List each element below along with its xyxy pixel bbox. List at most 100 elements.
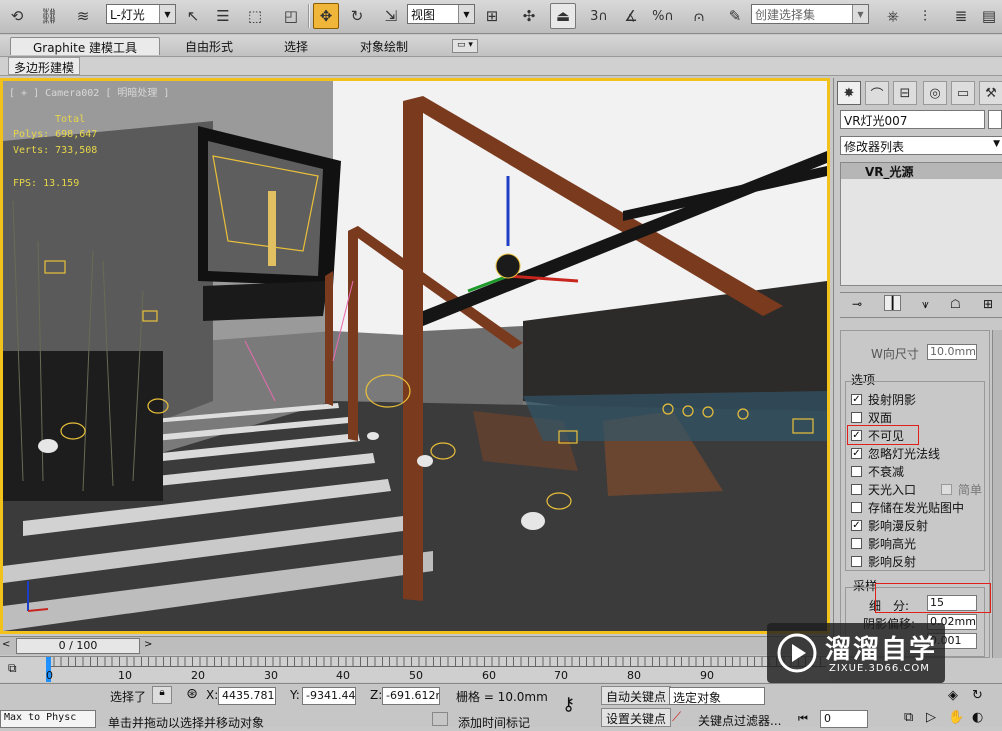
tab-freeform[interactable]: 自由形式 [175, 37, 243, 55]
tab-graphite-modeling[interactable]: Graphite 建模工具 [10, 37, 160, 55]
key-icon[interactable]: ⚷ [562, 694, 575, 715]
snap-toggle-icon[interactable]: 3 ∩ [586, 3, 612, 29]
bind-space-warp-icon[interactable]: ≋ [70, 3, 96, 29]
maxscript-listener[interactable]: Max to Physc [0, 710, 96, 728]
object-color-swatch[interactable] [988, 110, 1002, 129]
z-coord-input[interactable]: -691.612m [382, 687, 440, 705]
angle-snap-icon[interactable]: ∡ [618, 3, 644, 29]
opt-ignore-normals[interactable]: ✓ 忽略灯光法线 [851, 445, 940, 461]
add-time-tag[interactable]: 添加时间标记 [458, 714, 530, 731]
checkbox[interactable]: ✓ [851, 393, 862, 405]
named-selection-set-dropdown[interactable]: 创建选择集 ▼ [751, 4, 869, 24]
checkbox[interactable] [851, 555, 862, 567]
checkbox[interactable]: ✓ [851, 519, 862, 531]
select-rotate-icon[interactable]: ↻ [344, 3, 370, 29]
edit-named-selection-icon[interactable]: ✎ [722, 3, 748, 29]
modifier-list-dropdown[interactable]: 修改器列表 ▼ [840, 136, 1002, 155]
filmstrip-icon[interactable]: ⧉ [8, 661, 17, 676]
align-icon[interactable]: ⫶ [912, 3, 938, 29]
make-unique-icon[interactable]: ⩛ [922, 297, 929, 312]
selection-filter-dropdown[interactable]: L-灯光 ▼ [106, 4, 176, 24]
tick-label: 60 [482, 669, 496, 682]
checkbox[interactable] [851, 465, 862, 477]
select-scale-icon[interactable]: ⇲ [378, 3, 404, 29]
opt-affect-diffuse[interactable]: ✓ 影响漫反射 [851, 517, 928, 533]
tab-object-paint[interactable]: 对象绘制 [350, 37, 418, 55]
set-key-icon[interactable]: ⟋ [672, 710, 681, 725]
tab-selection[interactable]: 选择 [274, 37, 318, 55]
absolute-mode-icon[interactable]: ⊛ [182, 686, 202, 704]
roll-icon[interactable]: ↻ [972, 688, 983, 703]
viewport-label[interactable]: [ + ] Camera002 [ 明暗处理 ] [9, 84, 169, 99]
next-frame-icon[interactable]: > [144, 639, 156, 653]
track-bar[interactable]: ⧉ 0 10 20 30 40 50 60 70 80 90 [0, 656, 830, 682]
pan-icon[interactable]: ✋ [948, 710, 964, 725]
hierarchy-tab-icon[interactable]: ⊟ [893, 81, 917, 105]
remove-modifier-icon[interactable]: ☖ [950, 297, 961, 311]
checkbox[interactable] [851, 501, 862, 513]
go-to-start-icon[interactable]: ⏮ [798, 712, 808, 726]
zoom-extents-icon[interactable]: ⧉ [904, 710, 913, 725]
pin-stack-icon[interactable]: ⊸ [852, 297, 862, 311]
select-by-name-icon[interactable]: ☰ [210, 3, 236, 29]
create-tab-icon[interactable]: ✸ [837, 81, 861, 105]
checkbox[interactable]: ✓ [851, 447, 862, 459]
select-manipulate-icon[interactable]: ✣ [516, 3, 542, 29]
time-tag-icon[interactable] [432, 712, 448, 726]
polygon-modeling-tab[interactable]: 多边形建模 [8, 57, 81, 75]
x-coord-input[interactable]: 4435.781m [218, 687, 276, 705]
select-move-icon[interactable]: ✥ [313, 3, 339, 29]
opt-affect-reflections[interactable]: 影响反射 [851, 553, 916, 569]
rect-selection-icon[interactable]: ⬚ [242, 3, 268, 29]
checkbox[interactable] [941, 483, 952, 495]
size-w-input[interactable]: 10.0mm [927, 344, 977, 360]
opt-cast-shadows[interactable]: ✓ 投射阴影 [851, 391, 916, 407]
pivot-center-icon[interactable]: ⊞ [479, 3, 505, 29]
opt-no-decay[interactable]: 不衰减 [851, 463, 904, 479]
auto-key-button[interactable]: 自动关键点 [601, 686, 672, 705]
configure-sets-icon[interactable]: ⊞ [983, 297, 993, 311]
opt-store-irradiance[interactable]: 存储在发光贴图中 [851, 499, 964, 515]
graphite-toggle-icon[interactable]: ▤ [976, 3, 1002, 29]
selection-set-placeholder: 创建选择集 [755, 8, 816, 22]
opt-skylight-portal[interactable]: 天光入口 [851, 481, 916, 497]
opt-simple[interactable]: 简单 [941, 481, 982, 497]
key-filters-button[interactable]: 关键点过滤器... [698, 712, 781, 729]
set-key-button[interactable]: 设置关键点 [601, 708, 672, 727]
display-tab-icon[interactable]: ▭ [951, 81, 975, 105]
reference-coord-dropdown[interactable]: 视图 ▼ [407, 4, 475, 24]
object-name-field[interactable]: VR灯光007 [840, 110, 985, 129]
opt-affect-specular[interactable]: 影响高光 [851, 535, 916, 551]
selected-object-dropdown[interactable]: 选定对象 [669, 687, 765, 705]
checkbox[interactable] [851, 483, 862, 495]
motion-tab-icon[interactable]: ◎ [923, 81, 947, 105]
checkbox[interactable] [851, 537, 862, 549]
panel-scrollbar[interactable] [992, 330, 1002, 658]
frame-display[interactable]: 0 / 100 [16, 638, 140, 654]
y-coord-input[interactable]: -9341.441 [302, 687, 356, 705]
orbit-icon[interactable]: ◐ [972, 710, 983, 725]
utilities-tab-icon[interactable]: ⚒ [979, 81, 1002, 105]
prev-frame-icon[interactable]: < [2, 639, 14, 653]
checkbox[interactable] [851, 411, 862, 423]
stack-item[interactable]: VR_光源 [841, 163, 1002, 179]
percent-snap-icon[interactable]: % ∩ [650, 3, 676, 29]
window-crossing-icon[interactable]: ◰ [278, 3, 304, 29]
show-end-result-icon[interactable]: ┃ [884, 295, 902, 311]
opt-double-sided[interactable]: 双面 [851, 409, 892, 425]
fov-icon[interactable]: ▷ [926, 710, 936, 725]
mirror-icon[interactable]: ⎈ [880, 3, 906, 29]
keyboard-shortcut-override-icon[interactable]: ⏏ [550, 3, 576, 29]
undo-icon[interactable]: ⟲ [4, 3, 30, 29]
time-slider[interactable]: < 0 / 100 > [0, 636, 830, 655]
modify-tab-icon[interactable]: ⌒ [865, 81, 889, 105]
layer-manager-icon[interactable]: ≣ [948, 3, 974, 29]
ribbon-options-button[interactable]: ▭ ▾ [452, 39, 478, 53]
dolly-icon[interactable]: ◈ [948, 688, 958, 703]
select-object-icon[interactable]: ↖ [180, 3, 206, 29]
select-link-icon[interactable]: ⛓ [36, 3, 62, 29]
current-frame-input[interactable]: 0 [820, 710, 868, 728]
spinner-snap-icon[interactable]: ⩀ [686, 3, 712, 29]
camera-viewport[interactable]: [ + ] Camera002 [ 明暗处理 ] Total Polys: 69… [0, 78, 830, 634]
lock-selection-icon[interactable]: 🔒︎ [152, 686, 172, 704]
